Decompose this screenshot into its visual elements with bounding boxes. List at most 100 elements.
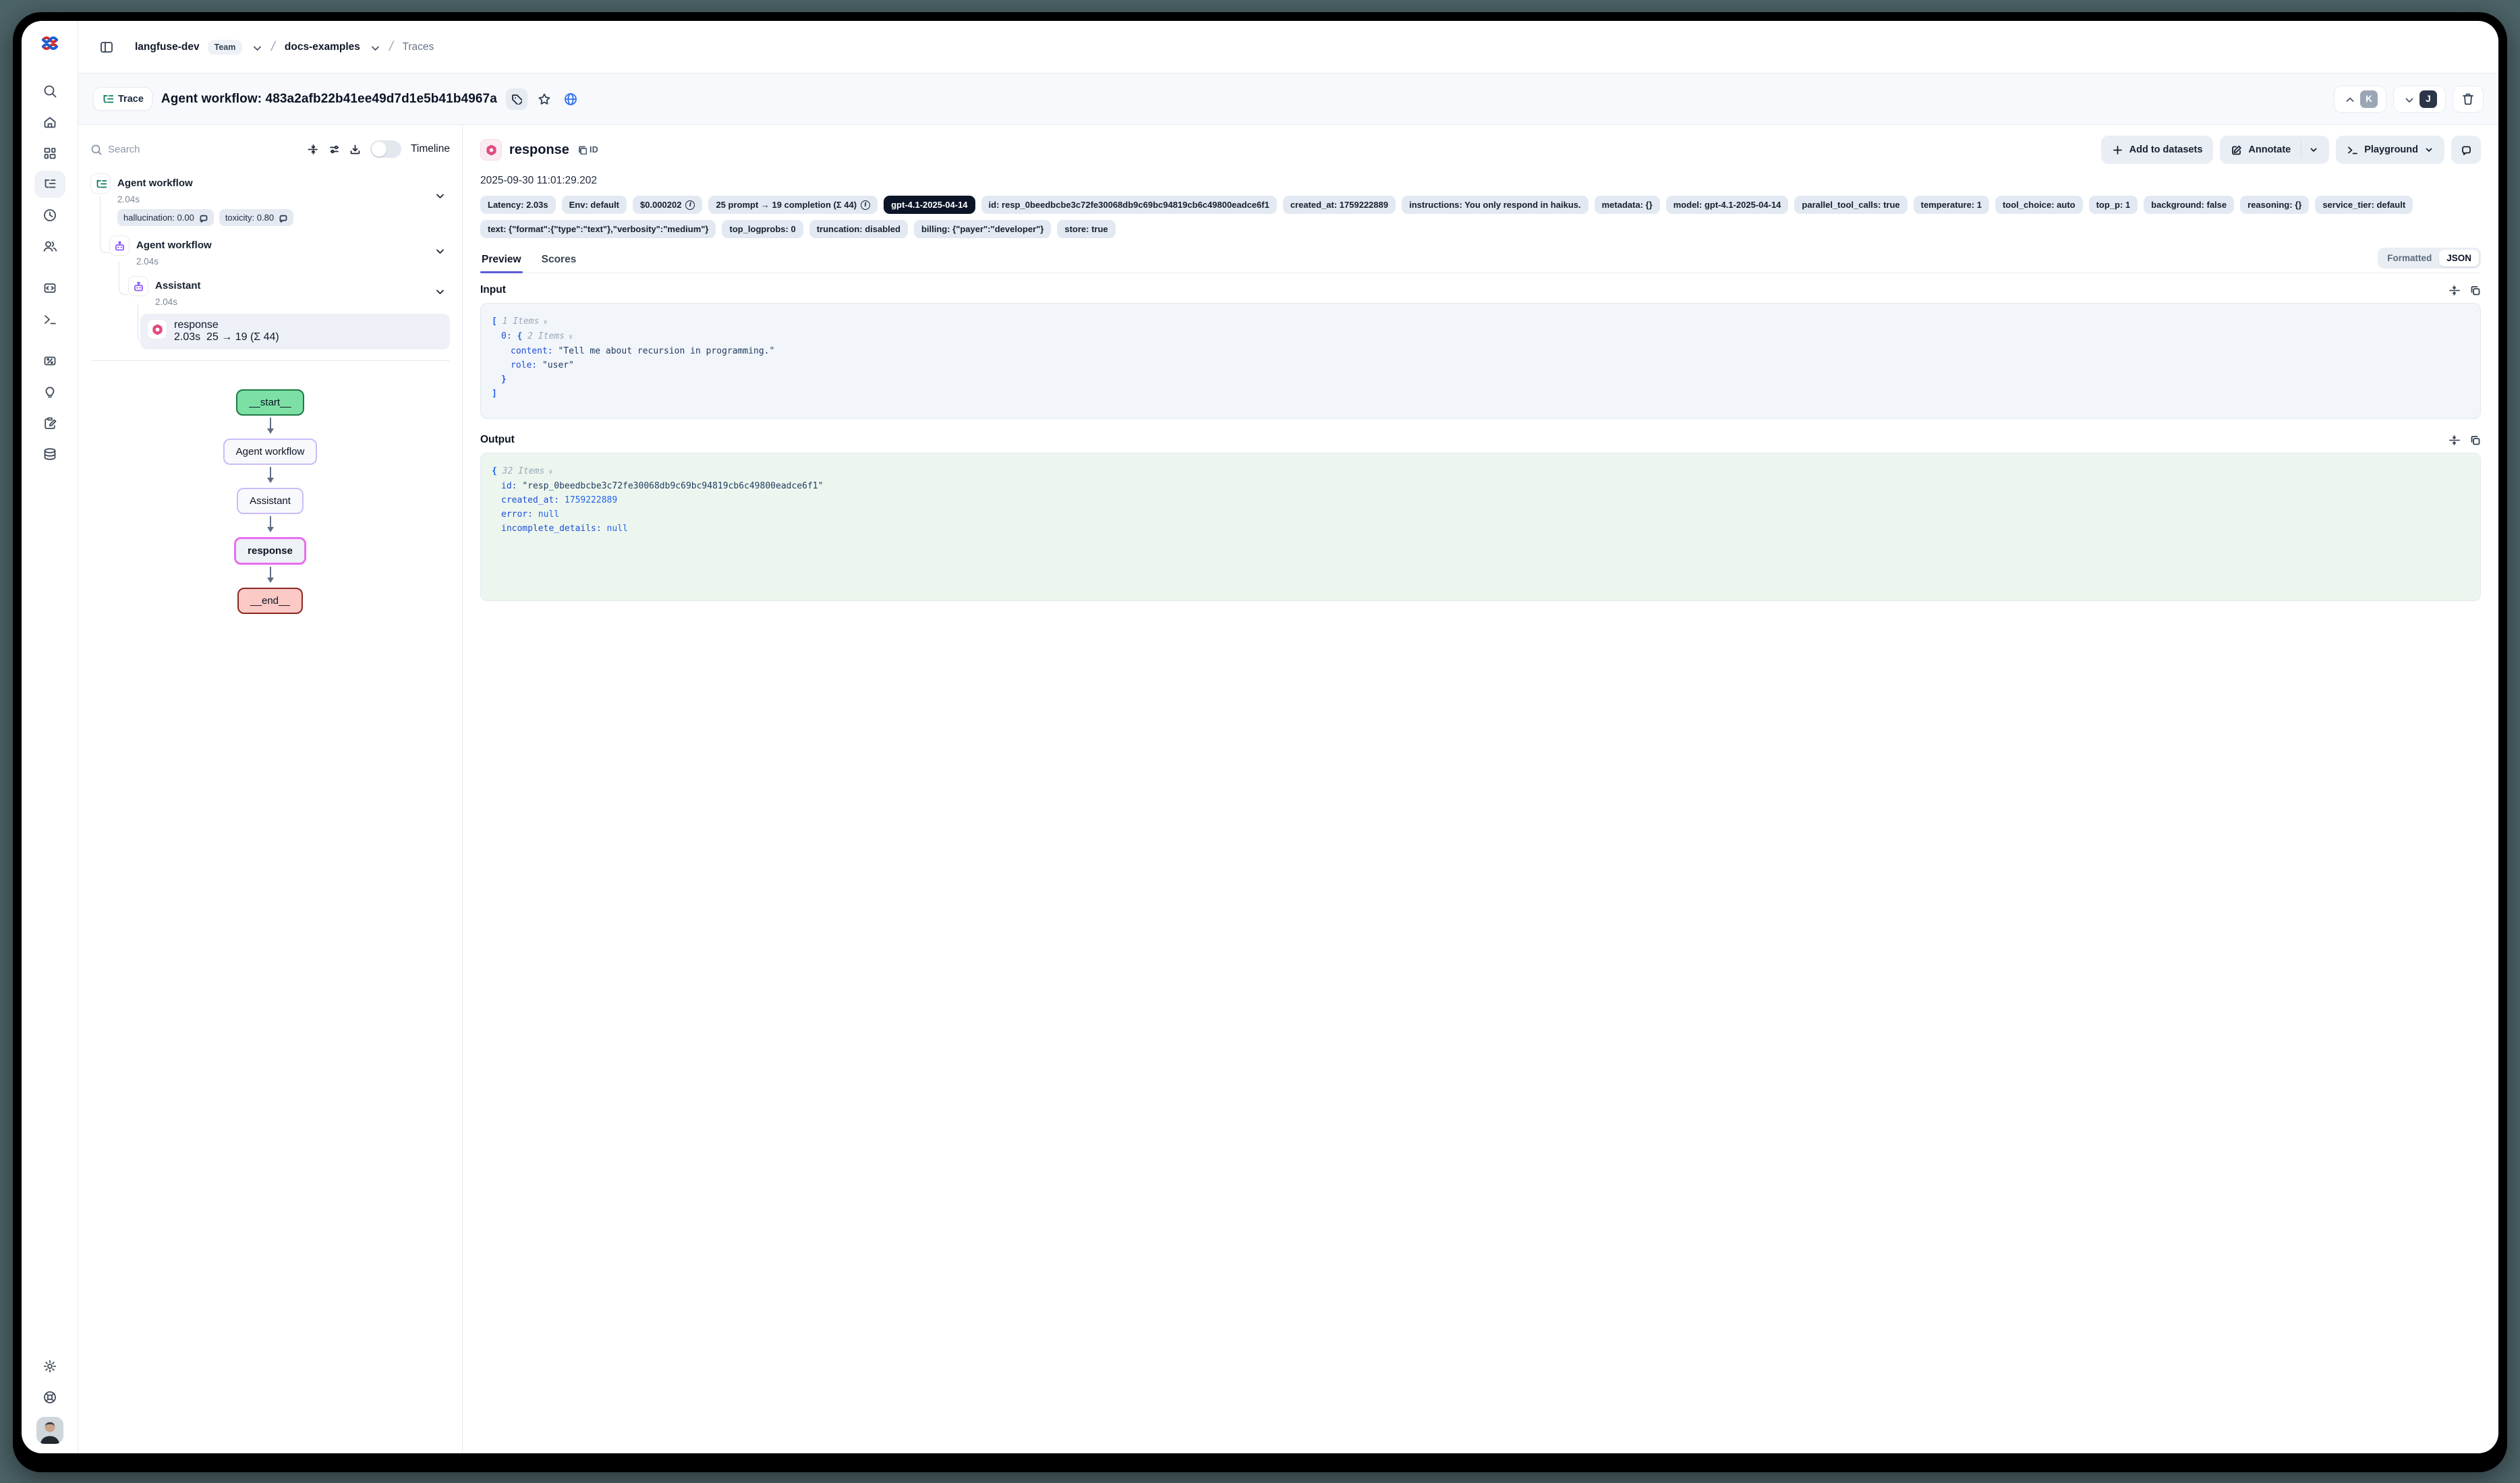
trace-type-label: Trace bbox=[118, 94, 144, 105]
formatted-option[interactable]: Formatted bbox=[2380, 250, 2439, 267]
observation-tree: Agent workflow 2.04s hallucination: 0.00… bbox=[90, 173, 450, 349]
collapse-all-button[interactable] bbox=[308, 144, 319, 155]
trace-tree-panel: Timeline Agent workflow 2.04s hallucinat bbox=[78, 125, 463, 1453]
tree-search-input[interactable] bbox=[108, 144, 189, 155]
score-chip-toxicity[interactable]: toxicity: 0.80 bbox=[219, 209, 293, 226]
user-avatar[interactable] bbox=[36, 1417, 63, 1444]
sidebar-item-home[interactable] bbox=[34, 109, 65, 136]
json-option[interactable]: JSON bbox=[2439, 250, 2479, 267]
collapse-row-chevron[interactable] bbox=[433, 190, 445, 201]
score-chip-hallucination[interactable]: hallucination: 0.00 bbox=[117, 209, 214, 226]
chip-label: top_logprobs: 0 bbox=[729, 224, 795, 234]
next-trace-button[interactable]: J bbox=[2393, 86, 2446, 113]
tree-settings-button[interactable] bbox=[328, 144, 340, 155]
graph-node-start[interactable]: __start__ bbox=[236, 389, 304, 416]
json-key: error: bbox=[501, 509, 533, 520]
bookmark-star-button[interactable] bbox=[534, 88, 555, 110]
sidebar-item-prompts[interactable] bbox=[34, 275, 65, 302]
tree-row-assistant[interactable]: Assistant 2.04s bbox=[128, 276, 450, 307]
tree-row-response-selected[interactable]: response 2.03s 25 → 19 (Σ 44) bbox=[140, 314, 450, 349]
chip-label: Env: default bbox=[569, 200, 619, 210]
playground-button[interactable]: Playground bbox=[2336, 136, 2444, 164]
lifebuoy-icon bbox=[42, 1390, 57, 1405]
breadcrumb-divider: / bbox=[387, 39, 394, 55]
langfuse-logo-icon[interactable] bbox=[41, 34, 59, 55]
sidebar-item-users[interactable] bbox=[34, 233, 65, 260]
metadata-chip: metadata: {} bbox=[1595, 196, 1660, 214]
breadcrumb-page[interactable]: Traces bbox=[402, 41, 434, 53]
graph-node-agent-workflow[interactable]: Agent workflow bbox=[223, 439, 318, 465]
copy-icon[interactable] bbox=[2469, 435, 2481, 446]
sessions-icon bbox=[42, 208, 57, 223]
download-button[interactable] bbox=[349, 144, 361, 155]
org-switcher[interactable] bbox=[250, 41, 262, 53]
tree-search[interactable] bbox=[90, 144, 298, 155]
metadata-chip: store: true bbox=[1057, 220, 1115, 238]
observation-name: Agent workflow bbox=[117, 173, 293, 194]
annotate-button[interactable]: Annotate bbox=[2220, 136, 2329, 164]
metadata-chip: background: false bbox=[2144, 196, 2234, 214]
chip-label: gpt-4.1-2025-04-14 bbox=[891, 200, 967, 210]
sidebar-item-tracing[interactable] bbox=[34, 171, 65, 198]
project-name[interactable]: docs-examples bbox=[285, 41, 360, 53]
collapse-icon[interactable] bbox=[2449, 285, 2460, 296]
graph-node-assistant[interactable]: Assistant bbox=[237, 488, 304, 514]
tag-button[interactable] bbox=[506, 88, 527, 110]
sidebar-item-annotation[interactable] bbox=[34, 410, 65, 437]
input-json-viewer[interactable]: [ 1 Items 0: { 2 Items content: "Tell me… bbox=[480, 303, 2481, 419]
graph-node-end[interactable]: __end__ bbox=[237, 588, 302, 614]
score-label: toxicity: 0.80 bbox=[225, 213, 274, 223]
observation-duration: 2.04s bbox=[136, 256, 212, 267]
tag-icon bbox=[511, 93, 522, 105]
graph-edge bbox=[270, 567, 271, 582]
tree-row-agent-workflow[interactable]: Agent workflow 2.04s bbox=[109, 235, 450, 267]
tab-scores[interactable]: Scores bbox=[540, 248, 578, 273]
comments-button[interactable] bbox=[2451, 136, 2481, 164]
tab-preview[interactable]: Preview bbox=[480, 248, 523, 273]
collapse-row-chevron[interactable] bbox=[433, 285, 445, 297]
search-icon bbox=[42, 84, 57, 99]
json-key: created_at: bbox=[501, 495, 559, 505]
output-json-viewer[interactable]: { 32 Items id: "resp_0beedbcbe3c72fe3006… bbox=[480, 453, 2481, 601]
graph-node-response[interactable]: response bbox=[234, 537, 306, 565]
sidebar-item-datasets[interactable] bbox=[34, 441, 65, 468]
metadata-chip: instructions: You only respond in haikus… bbox=[1402, 196, 1588, 214]
sidebar-item-settings[interactable] bbox=[34, 1353, 65, 1380]
delete-trace-button[interactable] bbox=[2453, 86, 2484, 113]
metadata-chip: Env: default bbox=[562, 196, 627, 214]
copy-id-button[interactable]: ID bbox=[577, 145, 598, 155]
trash-icon bbox=[2461, 92, 2475, 107]
collapse-icon[interactable] bbox=[2449, 435, 2460, 446]
json-value: null bbox=[538, 509, 559, 520]
project-switcher[interactable] bbox=[368, 41, 380, 53]
comment-icon bbox=[2461, 144, 2472, 156]
sidebar-item-search[interactable] bbox=[34, 78, 65, 105]
timeline-toggle[interactable] bbox=[370, 140, 401, 158]
info-icon[interactable]: i bbox=[861, 200, 870, 210]
sidebar-item-dashboards[interactable] bbox=[34, 140, 65, 167]
sidebar-item-support[interactable] bbox=[34, 1384, 65, 1411]
org-name[interactable]: langfuse-dev bbox=[135, 41, 200, 53]
chip-label: parallel_tool_calls: true bbox=[1802, 200, 1899, 210]
tree-row-trace[interactable]: Agent workflow 2.04s hallucination: 0.00… bbox=[90, 173, 450, 226]
json-key: id: bbox=[501, 481, 517, 491]
star-icon bbox=[537, 92, 552, 107]
chip-label: 25 prompt → 19 completion (Σ 44) bbox=[716, 200, 857, 210]
chevron-down-icon bbox=[2424, 145, 2434, 155]
metadata-chip: $0.000202i bbox=[633, 196, 702, 214]
add-to-datasets-button[interactable]: Add to datasets bbox=[2101, 136, 2214, 164]
agent-graph: __start__ Agent workflow Assistant respo… bbox=[90, 360, 450, 1453]
detail-tabs: Preview Scores Formatted JSON bbox=[480, 248, 2481, 273]
sidebar-toggle-button[interactable] bbox=[96, 36, 117, 58]
public-share-button[interactable] bbox=[560, 88, 581, 110]
prev-trace-button[interactable]: K bbox=[2334, 86, 2386, 113]
sidebar-item-sessions[interactable] bbox=[34, 202, 65, 229]
sidebar-item-evaluation[interactable] bbox=[34, 347, 65, 374]
score-label: hallucination: 0.00 bbox=[123, 213, 194, 223]
collapse-row-chevron[interactable] bbox=[433, 245, 445, 256]
copy-icon[interactable] bbox=[2469, 285, 2481, 296]
info-icon[interactable]: i bbox=[685, 200, 695, 210]
gear-icon bbox=[42, 1359, 57, 1374]
sidebar-item-playground[interactable] bbox=[34, 306, 65, 333]
sidebar-item-insights[interactable] bbox=[34, 379, 65, 405]
